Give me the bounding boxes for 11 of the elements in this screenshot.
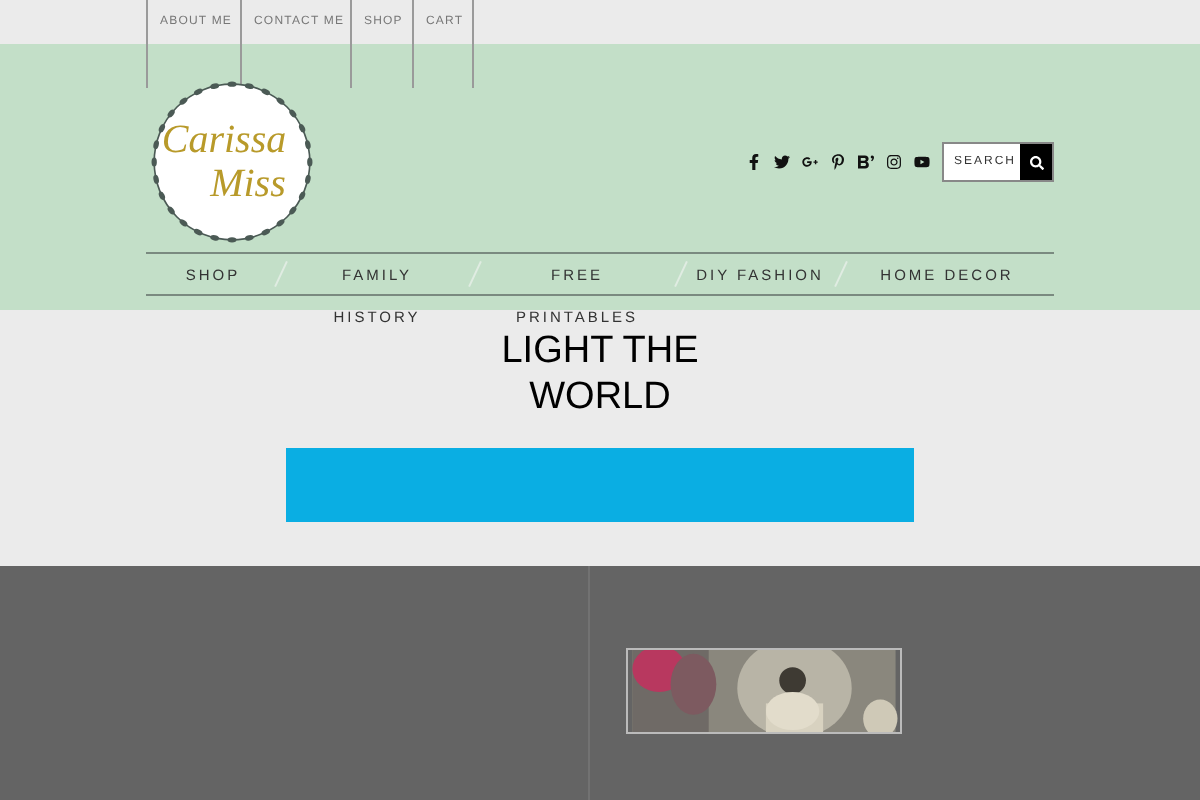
- search-icon: [1029, 155, 1043, 169]
- google-plus-icon[interactable]: [802, 154, 818, 170]
- search-button[interactable]: [1020, 144, 1052, 180]
- wreath-icon: [146, 76, 318, 248]
- youtube-icon[interactable]: [914, 154, 930, 170]
- page-heading: LIGHT THE WORLD: [499, 328, 701, 420]
- instagram-icon[interactable]: [886, 154, 902, 170]
- letter-b-icon[interactable]: [858, 154, 874, 170]
- twitter-icon[interactable]: [774, 154, 790, 170]
- pinterest-icon[interactable]: [830, 154, 846, 170]
- facebook-icon[interactable]: [746, 154, 762, 170]
